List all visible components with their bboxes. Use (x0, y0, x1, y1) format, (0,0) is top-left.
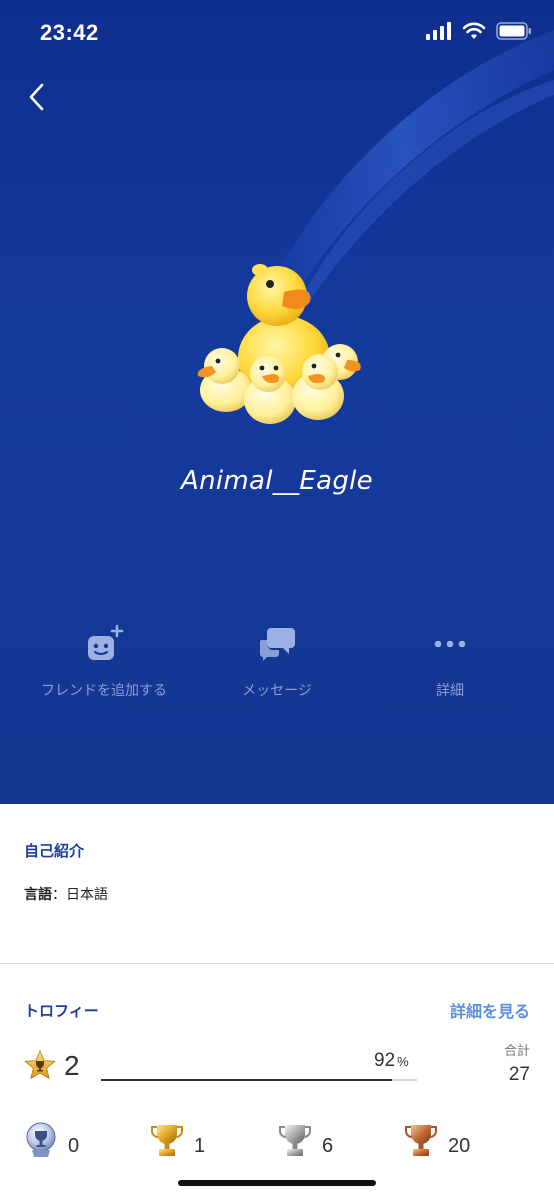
silver-count: 6 (278, 1122, 333, 1158)
message-label: メッセージ (242, 683, 312, 699)
about-section: 自己紹介 言語：日本語 (0, 804, 554, 964)
silver-trophy-icon (279, 1125, 311, 1156)
about-title: 自己紹介 (24, 842, 85, 860)
status-bar: 23:42 (0, 0, 554, 70)
total-label: 合計 (503, 1044, 530, 1059)
bronze-trophy-icon (405, 1125, 437, 1156)
progress-percent: 92% (374, 1050, 409, 1072)
bronze-count: 20 (404, 1122, 470, 1158)
gold-count: 1 (150, 1122, 205, 1158)
trophy-title: トロフィー (24, 1002, 99, 1020)
back-button[interactable] (22, 80, 56, 114)
gold-count-value: 1 (194, 1134, 206, 1157)
total-count: 27 (508, 1064, 530, 1085)
profile-header: 23:42 Animal__Eagle フレンドを追加する メッセージ 詳細 (0, 0, 554, 804)
silver-count-value: 6 (322, 1134, 334, 1157)
more-label: 詳細 (436, 683, 464, 699)
trophy-level-icon (24, 1050, 56, 1080)
platinum-trophy-icon (26, 1122, 56, 1157)
language-row: 言語：日本語 (24, 884, 108, 904)
language-separator: ： (52, 887, 66, 903)
home-indicator[interactable] (178, 1180, 376, 1186)
progress-value: 92 (374, 1050, 396, 1071)
progress-bar (101, 1079, 417, 1081)
gold-trophy-icon (151, 1125, 183, 1156)
bronze-count-value: 20 (448, 1134, 471, 1157)
more-button[interactable]: 詳細 (350, 622, 550, 700)
more-icon (434, 640, 466, 648)
trophy-level: 2 (64, 1050, 80, 1081)
username: Animal__Eagle (181, 466, 373, 496)
avatar (197, 264, 361, 424)
language-key: 言語 (24, 887, 52, 903)
wifi-icon (462, 22, 486, 39)
add-friend-button[interactable]: フレンドを追加する (4, 622, 204, 700)
message-icon (259, 628, 295, 661)
language-value: 日本語 (66, 887, 108, 903)
add-friend-icon (88, 624, 124, 660)
platinum-count: 0 (24, 1122, 79, 1158)
message-button[interactable]: メッセージ (177, 622, 377, 700)
progress-bar-fill (101, 1079, 392, 1081)
signal-icon (426, 22, 451, 40)
add-friend-label: フレンドを追加する (41, 683, 167, 699)
platinum-count-value: 0 (68, 1134, 80, 1157)
see-more-link[interactable]: 詳細を見る (450, 998, 530, 1022)
battery-icon (496, 22, 531, 40)
trophy-section: トロフィー 詳細を見る 2 92% 合計 27 0 1 6 20 (0, 964, 554, 1200)
progress-unit: % (397, 1054, 409, 1069)
status-time: 23:42 (40, 20, 99, 45)
status-icons (426, 22, 532, 40)
